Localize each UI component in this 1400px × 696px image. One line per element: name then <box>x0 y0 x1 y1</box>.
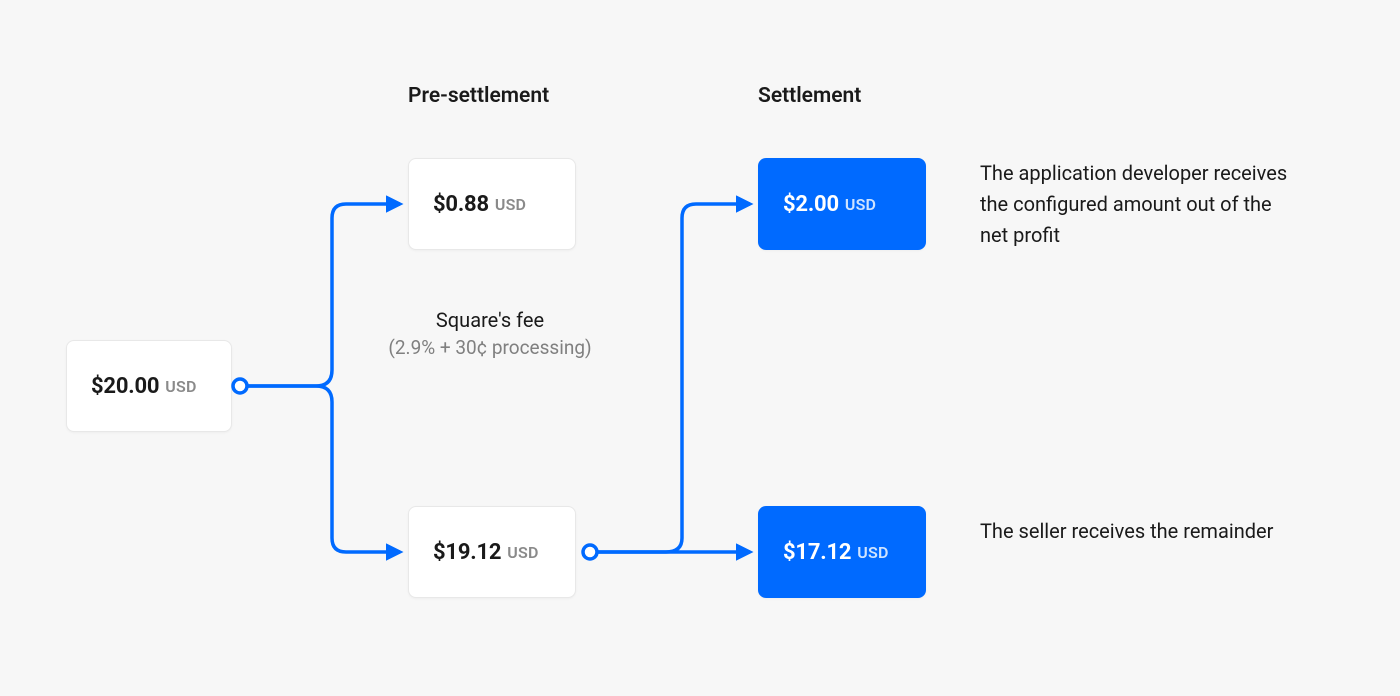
connector-node-icon <box>233 379 247 393</box>
card-net-amount: $19.12 USD <box>408 506 576 598</box>
fee-caption: Square's fee (2.9% + 30¢ processing) <box>358 308 622 359</box>
amount-value: $20.00 <box>91 374 159 399</box>
fee-caption-title: Square's fee <box>358 308 622 332</box>
diagram-canvas: Pre-settlement Settlement $20.00 USD $0.… <box>0 0 1400 696</box>
currency-label: USD <box>845 195 876 214</box>
currency-label: USD <box>165 377 196 396</box>
amount-value: $19.12 <box>433 540 501 565</box>
currency-label: USD <box>857 543 888 562</box>
amount-value: $2.00 <box>783 192 839 217</box>
connector-arrow-icon <box>248 386 400 552</box>
connector-node-icon <box>583 545 597 559</box>
fee-caption-sub: (2.9% + 30¢ processing) <box>358 336 622 359</box>
text-seller: The seller receives the remainder <box>980 516 1273 547</box>
card-fee-amount: $0.88 USD <box>408 158 576 250</box>
amount-value: $17.12 <box>783 540 851 565</box>
card-developer-amount: $2.00 USD <box>758 158 926 250</box>
connector-arrow-icon <box>598 204 750 552</box>
heading-pre-settlement: Pre-settlement <box>408 84 549 108</box>
card-seller-amount: $17.12 USD <box>758 506 926 598</box>
currency-label: USD <box>495 195 526 214</box>
text-developer: The application developer receives the c… <box>980 158 1300 251</box>
card-source-amount: $20.00 USD <box>66 340 232 432</box>
heading-settlement: Settlement <box>758 84 861 108</box>
amount-value: $0.88 <box>433 192 489 217</box>
currency-label: USD <box>507 543 538 562</box>
